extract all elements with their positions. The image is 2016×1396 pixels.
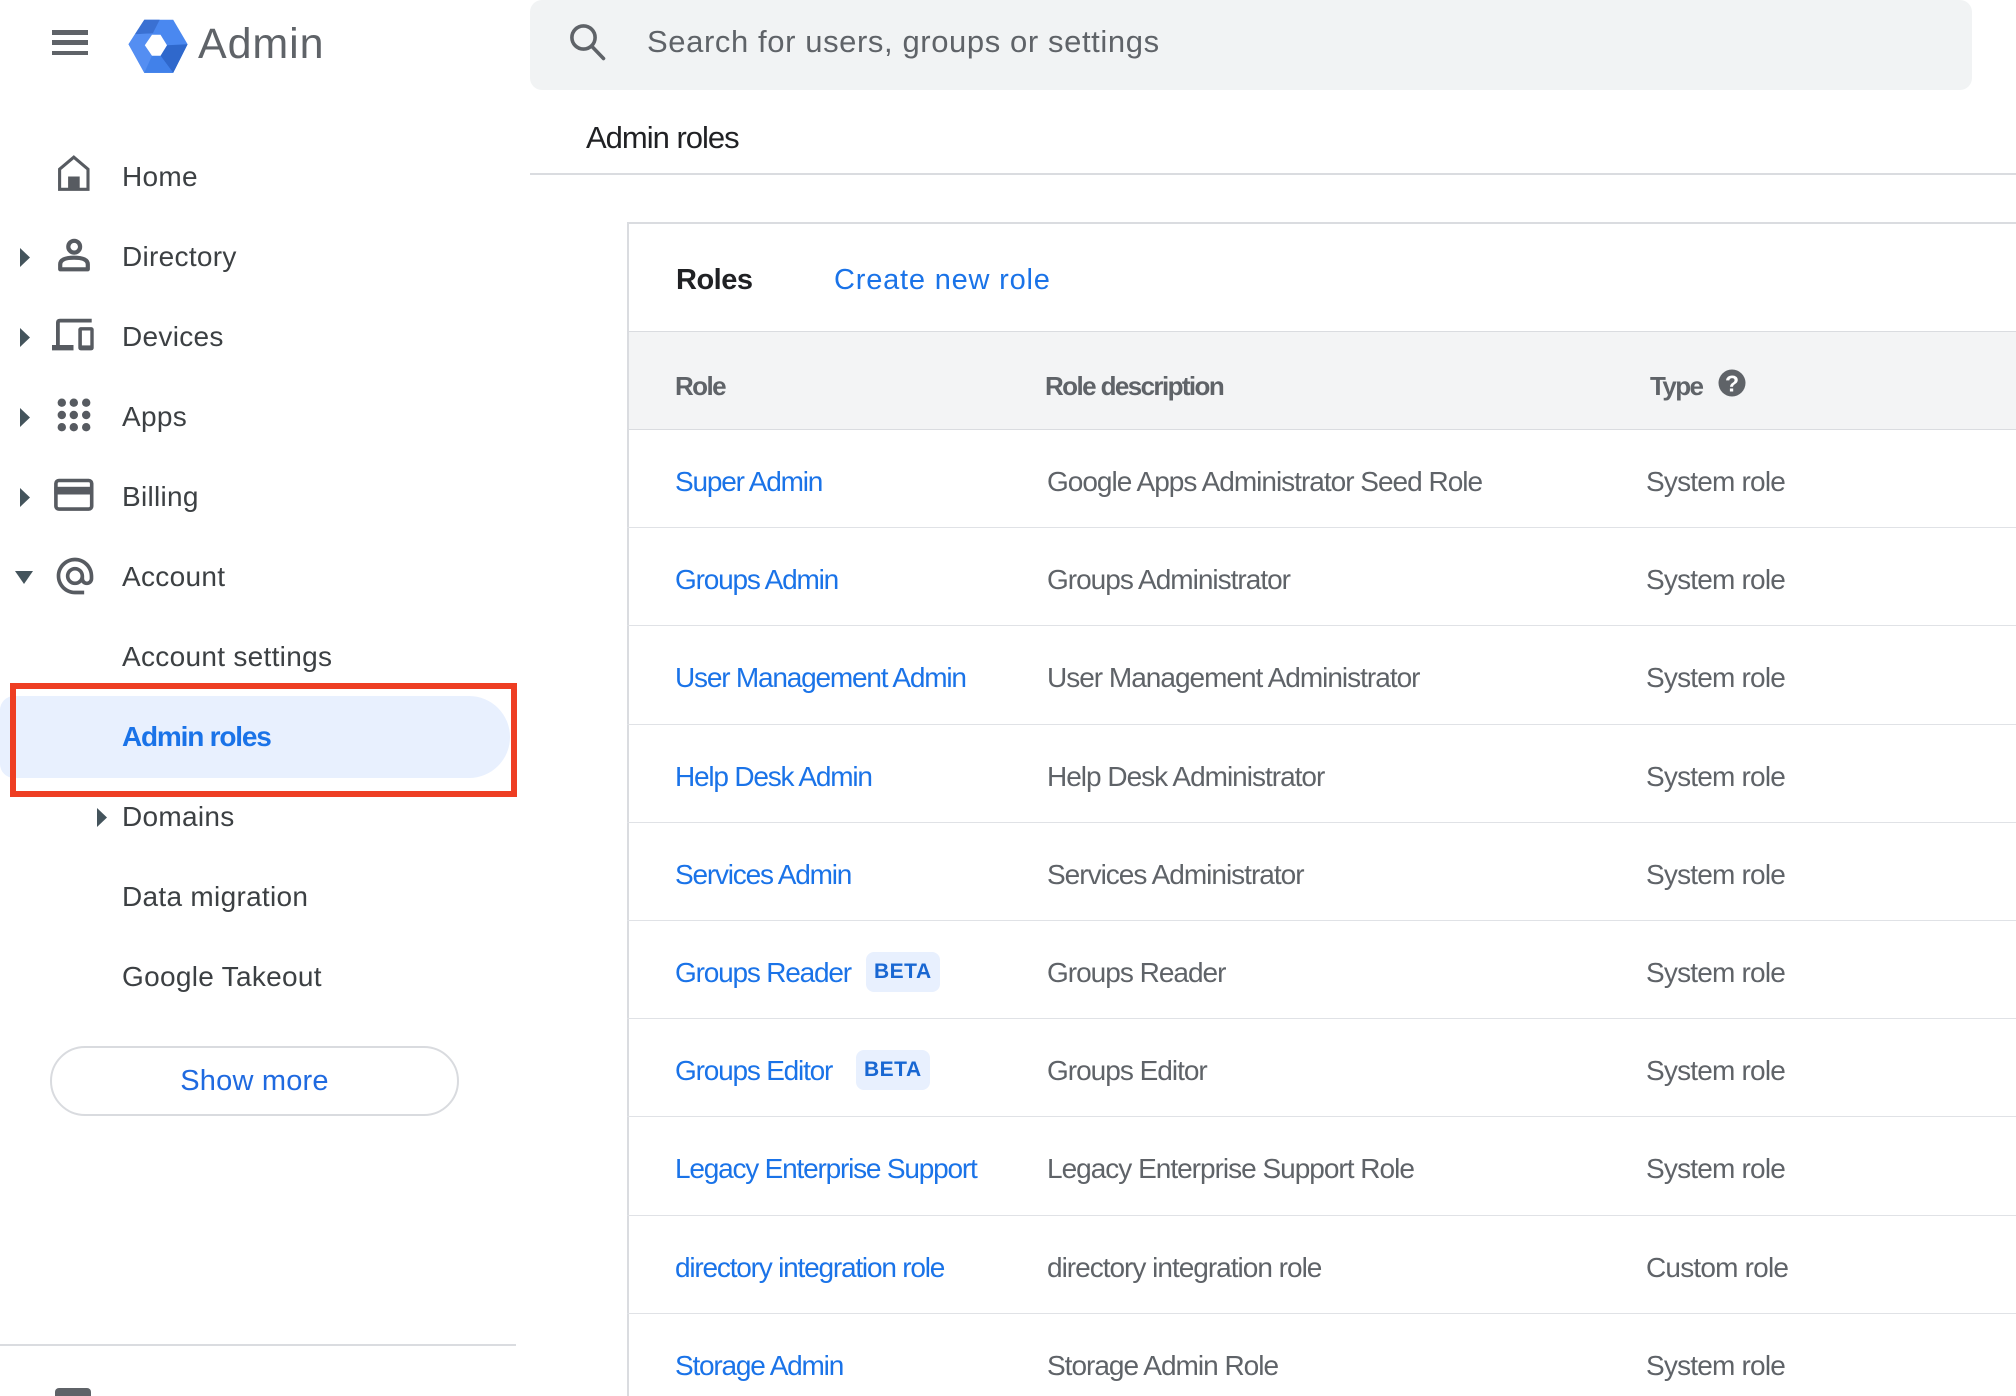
svg-text:?: ?: [1725, 370, 1739, 396]
